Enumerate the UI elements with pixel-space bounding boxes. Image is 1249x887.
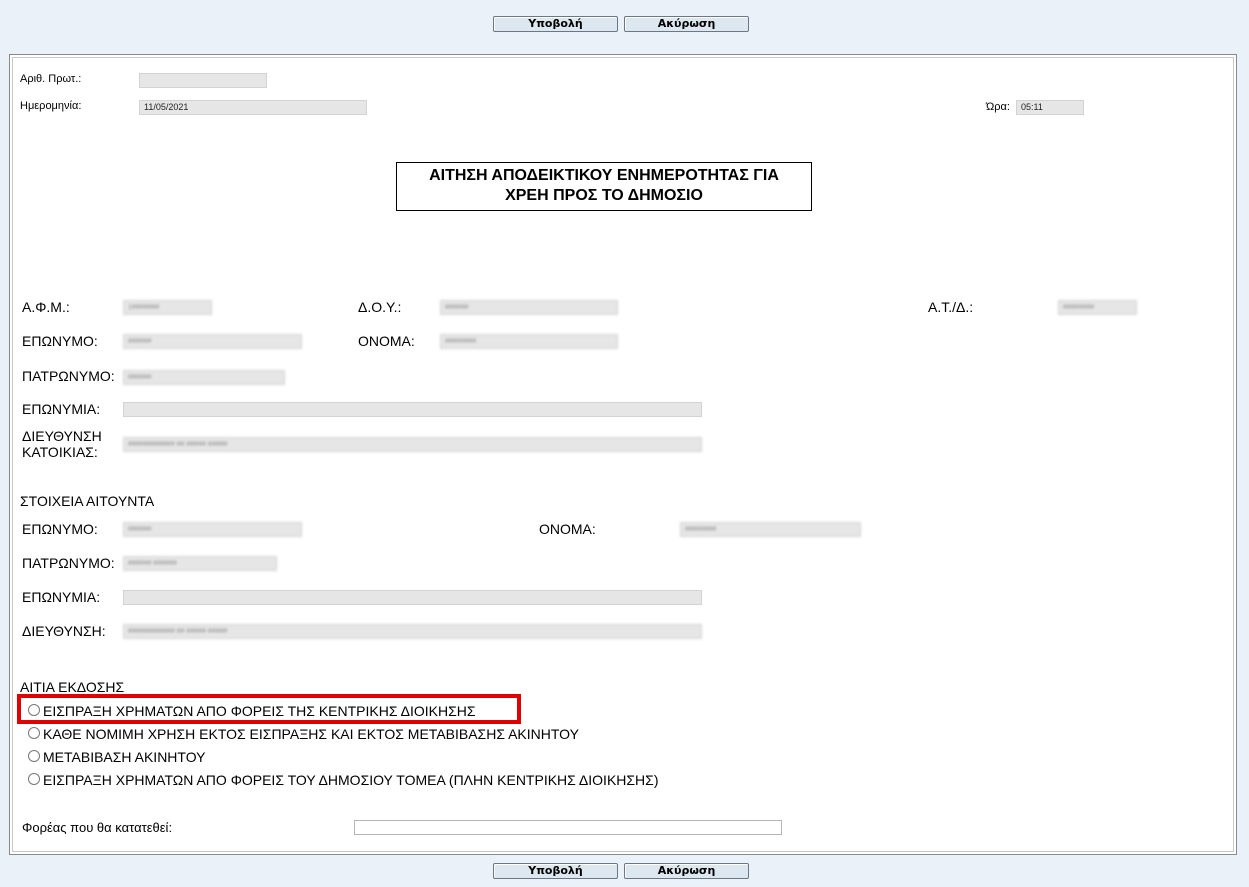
reason-radio-1[interactable] xyxy=(28,704,40,716)
surname-label: ΕΠΩΝΥΜΟ: xyxy=(22,333,98,349)
applicant-section-label: ΣΤΟΙΧΕΙΑ ΑΙΤΟΥΝΤΑ xyxy=(20,493,155,509)
father-name-label: ΠΑΤΡΩΝΥΜΟ: xyxy=(22,368,115,384)
time-field[interactable]: 05:11 xyxy=(1016,100,1084,115)
applicant-name-field[interactable]: ######## xyxy=(680,522,861,537)
address-label: ΔΙΕΥΘΥΝΣΗ ΚΑΤΟΙΚΙΑΣ: xyxy=(22,428,102,460)
at-label: Α.Τ./Δ.: xyxy=(928,299,974,315)
reason-radio-2[interactable] xyxy=(28,727,40,739)
applicant-address-label: ΔΙΕΥΘΥΝΣΗ: xyxy=(22,623,106,639)
company-label: ΕΠΩΝΥΜΙΑ: xyxy=(22,401,101,417)
cancel-button-top[interactable]: Ακύρωση xyxy=(624,16,749,32)
address-label-line1: ΔΙΕΥΘΥΝΣΗ xyxy=(22,428,102,444)
surname-field[interactable]: ###### xyxy=(123,334,302,349)
at-field[interactable]: ######## xyxy=(1058,300,1137,315)
address-label-line2: ΚΑΤΟΙΚΙΑΣ: xyxy=(22,444,98,460)
reason-option-4[interactable]: ΕΙΣΠΡΑΞΗ ΧΡΗΜΑΤΩΝ ΑΠΟ ΦΟΡΕΙΣ ΤΟΥ ΔΗΜΟΣΙΟ… xyxy=(43,772,658,788)
agency-field[interactable] xyxy=(354,820,782,835)
form-title-line2: ΧΡΕΗ ΠΡΟΣ ΤΟ ΔΗΜΟΣΙΟ xyxy=(505,187,703,204)
name-field[interactable]: ######## xyxy=(440,334,618,349)
afm-label: Α.Φ.Μ.: xyxy=(22,299,70,315)
applicant-surname-label: ΕΠΩΝΥΜΟ: xyxy=(22,521,98,537)
submit-button-bottom[interactable]: Υποβολή xyxy=(493,863,618,879)
reason-radio-3[interactable] xyxy=(28,750,40,762)
reason-option-1[interactable]: ΕΙΣΠΡΑΞΗ ΧΡΗΜΑΤΩΝ ΑΠΟ ΦΟΡΕΙΣ ΤΗΣ ΚΕΝΤΡΙΚ… xyxy=(43,703,476,719)
doy-label: Δ.Ο.Υ.: xyxy=(358,299,402,315)
form-title: ΑΙΤΗΣΗ ΑΠΟΔΕΙΚΤΙΚΟΥ ΕΝΗΜΕΡΟΤΗΤΑΣ ΓΙΑ ΧΡΕ… xyxy=(396,162,812,211)
protocol-field[interactable] xyxy=(139,73,267,88)
father-name-field[interactable]: ###### xyxy=(123,370,285,385)
name-label: ΟΝΟΜΑ: xyxy=(358,333,415,349)
company-field[interactable] xyxy=(123,402,702,417)
submit-button-top[interactable]: Υποβολή xyxy=(493,16,618,32)
reason-label: ΑΙΤΙΑ ΕΚΔΟΣΗΣ xyxy=(20,679,125,695)
applicant-address-field[interactable]: ############ ## ##### ##### xyxy=(123,624,702,639)
form-title-line1: ΑΙΤΗΣΗ ΑΠΟΔΕΙΚΤΙΚΟΥ ΕΝΗΜΕΡΟΤΗΤΑΣ ΓΙΑ xyxy=(429,167,779,184)
reason-option-3[interactable]: ΜΕΤΑΒΙΒΑΣΗ ΑΚΙΝΗΤΟΥ xyxy=(43,749,206,765)
time-label: Ώρα: xyxy=(986,101,1010,113)
applicant-company-field[interactable] xyxy=(123,590,702,605)
applicant-company-label: ΕΠΩΝΥΜΙΑ: xyxy=(22,589,101,605)
afm-field[interactable]: 1####### xyxy=(123,300,212,315)
applicant-father-name-field[interactable]: ###### ###### xyxy=(123,556,277,571)
applicant-father-name-label: ΠΑΤΡΩΝΥΜΟ: xyxy=(22,555,115,571)
applicant-surname-field[interactable]: ###### xyxy=(123,522,302,537)
cancel-button-bottom[interactable]: Ακύρωση xyxy=(624,863,749,879)
reason-option-2[interactable]: ΚΑΘΕ ΝΟΜΙΜΗ ΧΡΗΣΗ ΕΚΤΟΣ ΕΙΣΠΡΑΞΗΣ ΚΑΙ ΕΚ… xyxy=(43,726,579,742)
applicant-name-label: ΟΝΟΜΑ: xyxy=(539,521,596,537)
agency-label: Φορέας που θα κατατεθεί: xyxy=(22,820,173,835)
protocol-label: Αριθ. Πρωτ.: xyxy=(20,73,82,85)
address-field[interactable]: ############ ## ##### ##### xyxy=(123,437,702,452)
doy-field[interactable]: ###### xyxy=(440,300,618,315)
date-field[interactable]: 11/05/2021 xyxy=(139,100,367,115)
reason-radio-4[interactable] xyxy=(28,773,40,785)
date-label: Ημερομηνία: xyxy=(20,100,82,112)
